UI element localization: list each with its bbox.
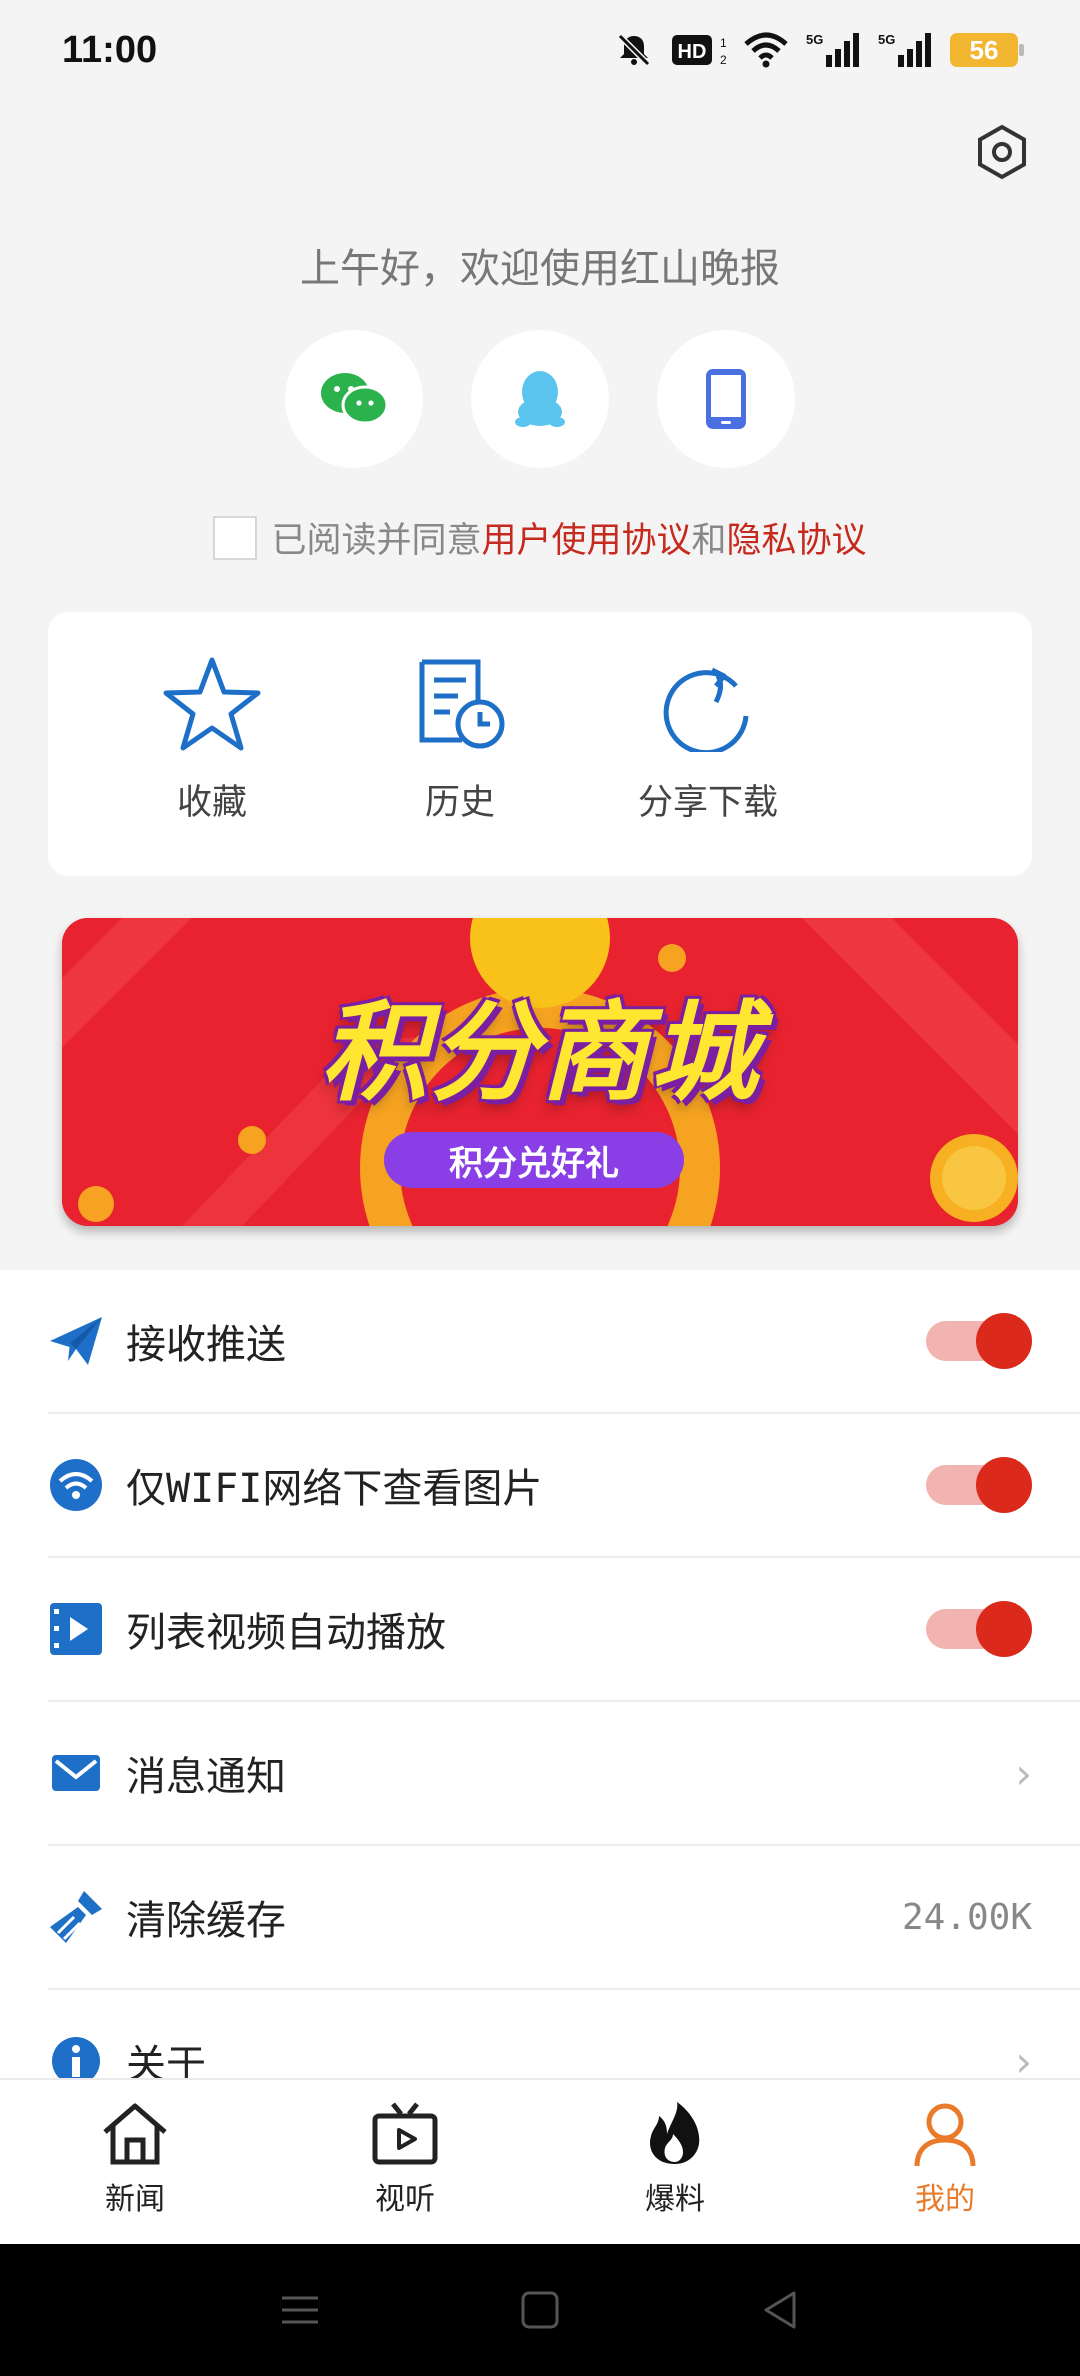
share-download-button[interactable]: 分享下载 (584, 612, 832, 876)
wifi-icon (744, 32, 788, 68)
banner-title: 积分商城 (319, 991, 760, 1116)
setting-label: 消息通知 (126, 1754, 286, 1800)
hd-icon: HD 1 2 (672, 35, 726, 67)
hexagon-settings-icon (978, 124, 1026, 180)
banner-subtitle: 积分兑好礼 (384, 1132, 684, 1188)
user-agreement-link[interactable]: 用户使用协议 (481, 512, 691, 563)
wifi-images-toggle[interactable] (926, 1457, 1032, 1513)
status-time: 11:00 (62, 28, 158, 71)
svg-text:5G: 5G (878, 32, 895, 47)
star-icon (163, 657, 261, 751)
tab-news[interactable]: 新闻 (0, 2080, 270, 2244)
setting-label: 清除缓存 (126, 1898, 286, 1944)
tab-mine[interactable]: 我的 (810, 2080, 1080, 2244)
setting-label: 仅WIFI网络下查看图片 (126, 1466, 543, 1512)
signal-icon-2: 5G (878, 32, 931, 67)
broom-icon (48, 1889, 104, 1945)
system-navigation-bar (0, 2244, 1080, 2376)
share-icon (663, 667, 749, 752)
svg-text:2: 2 (720, 53, 726, 67)
tab-video[interactable]: 视听 (270, 2080, 540, 2244)
mute-bell-icon (617, 33, 651, 67)
menu-icon[interactable] (280, 2292, 320, 2328)
wechat-icon (321, 373, 389, 425)
video-play-icon (48, 1601, 104, 1657)
history-icon (419, 659, 505, 749)
settings-button[interactable] (962, 112, 1042, 192)
bottom-tab-bar: 新闻 视听 爆料 我的 (0, 2078, 1080, 2244)
phone-login-button[interactable] (657, 330, 795, 468)
info-icon (48, 2033, 104, 2078)
push-toggle[interactable] (926, 1313, 1032, 1369)
history-button[interactable]: 历史 (336, 612, 584, 876)
history-label: 历史 (424, 783, 495, 823)
settings-list: 接收推送 仅WIFI网络下查看图片 列表视频自动播放 消息通知 › 清除缓存 2… (0, 1270, 1080, 2078)
cache-size-value: 24.00K (901, 1896, 1032, 1938)
back-icon[interactable] (760, 2290, 800, 2330)
agreement-prefix: 已阅读并同意 (271, 521, 482, 561)
battery-icon: 56 (950, 33, 1024, 67)
setting-label: 列表视频自动播放 (126, 1610, 446, 1656)
home-icon (103, 2103, 167, 2165)
privacy-agreement-link[interactable]: 隐私协议 (727, 512, 867, 563)
tab-label: 视听 (375, 2182, 435, 2217)
setting-label: 接收推送 (126, 1322, 286, 1368)
home-square-icon[interactable] (520, 2290, 560, 2330)
setting-receive-push: 接收推送 (48, 1270, 1080, 1414)
quick-actions-card: 收藏 历史 分享下载 (48, 612, 1032, 876)
phone-icon (706, 369, 746, 429)
svg-text:5G: 5G (806, 32, 823, 47)
svg-text:1: 1 (720, 36, 726, 50)
setting-autoplay-video: 列表视频自动播放 (48, 1558, 1080, 1702)
tv-icon (372, 2102, 438, 2165)
send-icon (48, 1313, 104, 1369)
agreement-checkbox[interactable] (213, 515, 258, 560)
svg-text:HD: HD (678, 41, 707, 63)
tab-label: 爆料 (645, 2182, 705, 2217)
wifi-circle-icon (48, 1457, 104, 1513)
tab-tipoff[interactable]: 爆料 (540, 2080, 810, 2244)
qq-login-button[interactable] (471, 330, 609, 468)
favorites-button[interactable]: 收藏 (88, 612, 336, 876)
share-download-label: 分享下载 (637, 783, 778, 823)
signal-icon: 5G (806, 32, 859, 67)
setting-label: 关于 (126, 2042, 206, 2078)
qq-icon (515, 371, 565, 427)
login-options (0, 330, 1080, 468)
agreement-and: 和 (691, 521, 727, 561)
setting-clear-cache[interactable]: 清除缓存 24.00K (48, 1846, 1080, 1990)
flame-icon (650, 2102, 700, 2164)
agreement-row: 已阅读并同意 用户使用协议 和 隐私协议 (0, 512, 1080, 563)
tab-label: 我的 (915, 2182, 975, 2217)
chevron-right-icon: › (1015, 2036, 1032, 2079)
autoplay-toggle[interactable] (926, 1601, 1032, 1657)
points-mall-banner[interactable]: 积分商城 积分兑好礼 (62, 918, 1018, 1226)
battery-level: 56 (969, 34, 999, 65)
setting-wifi-images: 仅WIFI网络下查看图片 (48, 1414, 1080, 1558)
status-icons: HD 1 2 5G 5G 56 (614, 30, 1024, 70)
user-icon (914, 2103, 976, 2167)
tab-label: 新闻 (105, 2182, 165, 2217)
wechat-login-button[interactable] (285, 330, 423, 468)
greeting-text: 上午好，欢迎使用红山晚报 (300, 246, 780, 292)
setting-notifications[interactable]: 消息通知 › (48, 1702, 1080, 1846)
setting-about[interactable]: 关于 › (48, 1990, 1080, 2078)
status-bar: 11:00 HD 1 2 5G 5G 56 (0, 0, 1080, 100)
favorites-label: 收藏 (176, 783, 247, 823)
chevron-right-icon: › (1015, 1748, 1032, 1798)
mail-icon (48, 1745, 104, 1801)
